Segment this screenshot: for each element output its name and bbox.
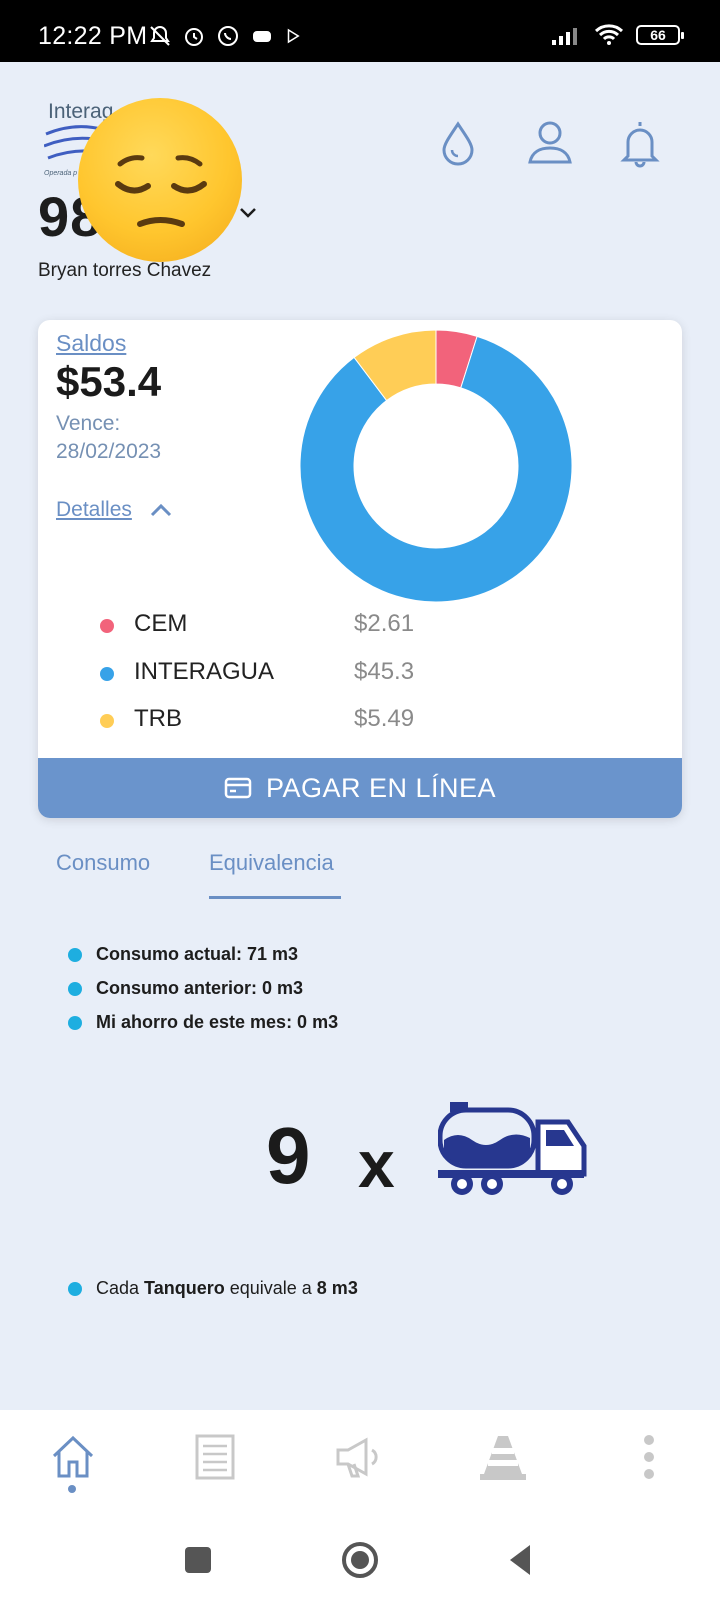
whatsapp-icon xyxy=(218,26,238,46)
consumption-previous: Consumo anterior: 0 m3 xyxy=(68,978,303,999)
tanker-count: 9 xyxy=(266,1111,311,1200)
details-link[interactable]: Detalles xyxy=(56,498,132,522)
play-store-icon xyxy=(287,28,300,44)
tanker-note-text: Cada Tanquero equivale a 8 m3 xyxy=(96,1278,358,1299)
legend-dot-cem xyxy=(100,619,114,633)
consumption-savings-text: Mi ahorro de este mes: 0 m3 xyxy=(96,1012,339,1032)
balance-amount: $53.4 xyxy=(56,358,162,405)
bullet-dot xyxy=(68,1281,82,1296)
tanker-note-bold: Tanquero xyxy=(144,1278,225,1298)
bullet-dot xyxy=(68,1015,82,1030)
traffic-cone-icon[interactable] xyxy=(478,1432,528,1482)
legend-name: CEM xyxy=(134,610,188,637)
legend-dot-trb xyxy=(100,714,114,728)
legend-row-trb: TRB $5.49 xyxy=(100,705,600,735)
mute-bell-icon xyxy=(150,25,170,46)
chevron-up-icon[interactable] xyxy=(148,500,174,520)
active-tab-indicator xyxy=(209,896,341,899)
legend-name: INTERAGUA xyxy=(134,658,275,685)
due-date: 28/02/2023 xyxy=(56,440,162,463)
water-drop-icon[interactable] xyxy=(432,116,484,168)
water-tanker-truck-icon xyxy=(438,1102,587,1195)
tanker-note-prefix: Cada xyxy=(96,1278,145,1298)
legend-dot-interagua xyxy=(100,667,114,681)
active-nav-indicator xyxy=(68,1485,76,1493)
tab-equivalencia[interactable]: Equivalencia xyxy=(209,850,334,876)
battery-indicator: 66 xyxy=(636,25,684,45)
bullet-dot xyxy=(68,981,82,996)
user-name: Bryan torres Chavez xyxy=(38,260,212,281)
consumption-current: Consumo actual: 71 m3 xyxy=(68,944,298,965)
saldos-link[interactable]: Saldos xyxy=(56,330,126,357)
consumption-previous-text: Consumo anterior: 0 m3 xyxy=(96,978,304,998)
back-button-icon[interactable] xyxy=(502,1540,542,1580)
consumption-current-text: Consumo actual: 71 m3 xyxy=(96,944,299,964)
pensive-emoji-overlay xyxy=(78,98,242,262)
bullet-dot xyxy=(68,947,82,962)
consumption-savings: Mi ahorro de este mes: 0 m3 xyxy=(68,1012,338,1033)
tanker-note-value: 8 m3 xyxy=(316,1278,358,1298)
legend-row-cem: CEM $2.61 xyxy=(100,610,600,640)
legend-row-interagua: INTERAGUA $45.3 xyxy=(100,658,600,688)
legend-value: $5.49 xyxy=(354,705,415,732)
logo-subtitle: Operada p xyxy=(44,170,78,177)
recent-apps-icon[interactable] xyxy=(178,1540,218,1580)
user-profile-icon[interactable] xyxy=(524,116,576,168)
legend-value: $45.3 xyxy=(354,658,415,685)
home-button-icon[interactable] xyxy=(340,1540,380,1580)
megaphone-icon[interactable] xyxy=(334,1432,384,1482)
due-label: Vence: xyxy=(56,412,121,435)
legend-value: $2.61 xyxy=(354,610,415,637)
more-options-icon[interactable] xyxy=(624,1432,674,1482)
status-notification-icons xyxy=(148,24,302,48)
alarm-icon xyxy=(185,28,203,46)
wifi-icon xyxy=(594,24,624,45)
signal-icon xyxy=(552,28,577,45)
bill-document-icon[interactable] xyxy=(190,1432,240,1482)
balance-donut-chart xyxy=(299,329,573,603)
pay-online-button[interactable]: PAGAR EN LÍNEA xyxy=(38,758,682,818)
legend-name: TRB xyxy=(134,705,182,732)
balance-card: Saldos $53.4 Vence: 28/02/2023 Detalles … xyxy=(38,320,682,818)
status-bar: 12:22 PM 66 xyxy=(0,0,720,62)
status-time: 12:22 PM xyxy=(38,22,148,50)
system-navigation-bar xyxy=(0,1520,720,1600)
multiplier-sign: x xyxy=(358,1127,395,1201)
home-icon[interactable] xyxy=(48,1432,98,1482)
game-controller-icon xyxy=(253,31,271,42)
status-system-icons: 66 xyxy=(552,24,684,46)
pay-online-label: PAGAR EN LÍNEA xyxy=(265,772,497,803)
tanker-equivalence-note: Cada Tanquero equivale a 8 m3 xyxy=(68,1278,358,1299)
tanker-note-middle: equivale a xyxy=(224,1278,317,1298)
tab-consumo[interactable]: Consumo xyxy=(56,850,150,876)
notification-bell-icon[interactable] xyxy=(614,116,666,168)
credit-card-icon xyxy=(224,777,252,799)
bottom-navigation xyxy=(0,1410,720,1520)
